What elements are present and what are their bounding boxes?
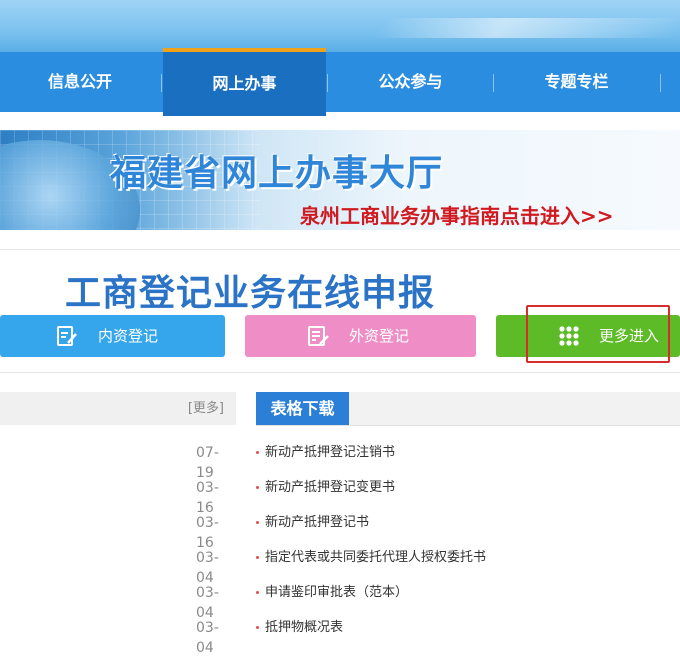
nav-item-info-disclosure[interactable]: 信息公开 xyxy=(0,52,160,112)
item-title[interactable]: 指定代表或共同委托代理人授权委托书 xyxy=(265,548,486,568)
bullet-icon xyxy=(256,591,259,594)
form-edit-icon xyxy=(308,326,329,346)
bullet-icon xyxy=(256,451,259,454)
section-title: 工商登记业务在线申报 xyxy=(65,273,436,314)
main-nav: 信息公开 网上办事 公众参与 专题专栏 xyxy=(0,48,680,116)
tab-form-download[interactable]: 表格下载 xyxy=(256,392,349,425)
domestic-registration-button[interactable]: 内资登记 xyxy=(0,315,225,357)
item-title[interactable]: 申请鉴印审批表（范本） xyxy=(265,583,408,603)
item-date: 03-16 xyxy=(196,480,219,516)
foreign-registration-label: 外资登记 xyxy=(349,327,410,345)
foreign-registration-button[interactable]: 外资登记 xyxy=(245,315,476,357)
edit-document-icon xyxy=(57,326,77,346)
divider xyxy=(0,372,680,373)
nav-item-special-topics[interactable]: 专题专栏 xyxy=(494,52,659,112)
bullet-icon xyxy=(256,626,259,629)
item-date: 03-04 xyxy=(196,585,219,621)
bullet-icon xyxy=(256,556,259,559)
header-sky-banner xyxy=(0,0,680,52)
item-date: 07-19 xyxy=(196,445,219,481)
list-item[interactable]: 03-04 指定代表或共同委托代理人授权委托书 xyxy=(0,548,680,586)
domestic-registration-label: 内资登记 xyxy=(98,327,159,345)
banner-guide-link[interactable]: 泉州工商业务办事指南点击进入>> xyxy=(300,200,614,229)
nav-item-online-services[interactable]: 网上办事 xyxy=(163,48,326,116)
item-title[interactable]: 新动产抵押登记注销书 xyxy=(265,443,395,463)
light-streak-decoration xyxy=(372,18,680,38)
item-date: 03-16 xyxy=(196,515,219,551)
list-item[interactable]: 03-04 抵押物概况表 xyxy=(0,618,680,656)
banner-title: 福建省网上办事大厅 xyxy=(110,153,444,194)
divider xyxy=(0,249,680,250)
forms-tab-bar: 表格下载 xyxy=(256,392,680,426)
online-hall-banner[interactable]: 福建省网上办事大厅 泉州工商业务办事指南点击进入>> xyxy=(0,130,680,230)
list-item[interactable]: 03-16 新动产抵押登记书 xyxy=(0,513,680,551)
item-title[interactable]: 新动产抵押登记书 xyxy=(265,513,369,533)
item-date: 03-04 xyxy=(196,550,219,586)
list-item[interactable]: 07-19 新动产抵押登记注销书 xyxy=(0,443,680,481)
bullet-icon xyxy=(256,486,259,489)
item-date: 03-04 xyxy=(196,620,219,656)
more-link[interactable]: [更多] xyxy=(188,392,224,425)
item-title[interactable]: 抵押物概况表 xyxy=(265,618,343,638)
highlight-box xyxy=(526,305,670,363)
nav-separator xyxy=(660,74,661,92)
bullet-icon xyxy=(256,521,259,524)
list-item[interactable]: 03-16 新动产抵押登记变更书 xyxy=(0,478,680,516)
left-panel-header: [更多] xyxy=(0,392,236,425)
list-item[interactable]: 03-04 申请鉴印审批表（范本） xyxy=(0,583,680,621)
nav-item-public-participation[interactable]: 公众参与 xyxy=(328,52,493,112)
nav-separator xyxy=(161,74,162,92)
item-title[interactable]: 新动产抵押登记变更书 xyxy=(265,478,395,498)
